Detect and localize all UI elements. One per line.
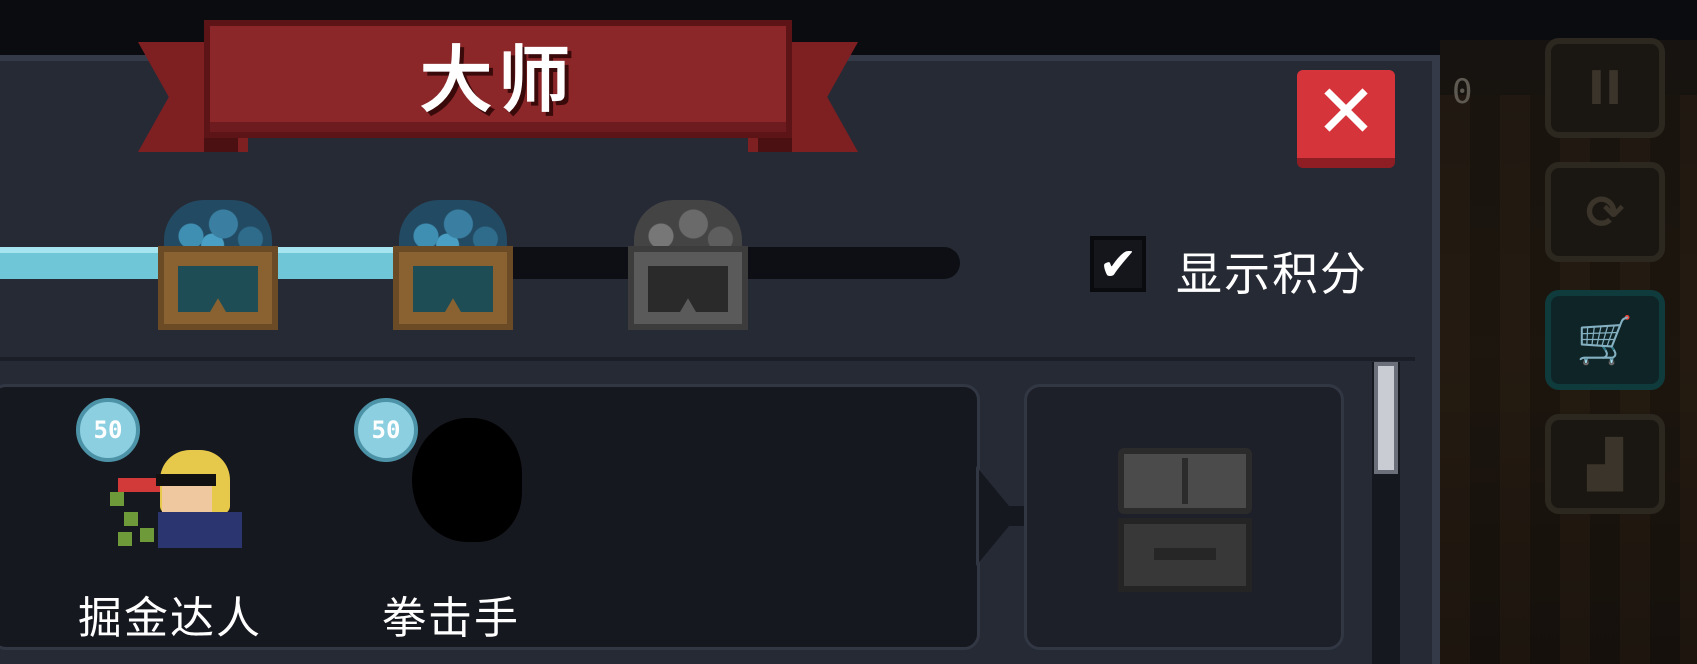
reward-chest-2[interactable] — [393, 200, 513, 330]
close-button[interactable]: ✕ — [1297, 70, 1395, 168]
chest-lid — [1118, 448, 1252, 514]
chest-base — [1118, 518, 1252, 592]
show-points-label: 显示积分 — [1176, 247, 1368, 301]
pause-icon: II — [1587, 61, 1623, 115]
close-icon: ✕ — [1314, 69, 1377, 155]
title-banner: 大师 — [204, 20, 792, 138]
chest-box — [628, 246, 748, 330]
chest-box — [393, 246, 513, 330]
reward-chest-1[interactable] — [158, 200, 278, 330]
map-button[interactable]: ▟ — [1545, 414, 1665, 514]
shop-button[interactable]: 🛒 — [1545, 290, 1665, 390]
swap-button[interactable]: ⟳ — [1545, 162, 1665, 262]
scrollbar-thumb[interactable] — [1374, 362, 1398, 474]
hud-counter: 0 — [1452, 72, 1473, 112]
skin-name: 掘金达人 — [78, 593, 262, 644]
checkmark-icon: ✔ — [1098, 237, 1138, 291]
points-badge: 50 — [76, 398, 140, 462]
chest-box — [158, 246, 278, 330]
cart-icon: 🛒 — [1576, 312, 1634, 367]
skin-name: 拳击手 — [382, 593, 520, 644]
panel-divider — [0, 357, 1415, 361]
points-badge: 50 — [354, 398, 418, 462]
reward-chest-3-locked[interactable] — [628, 200, 748, 330]
locked-character-silhouette-icon — [412, 418, 522, 542]
panel-title: 大师 — [419, 37, 576, 122]
show-points-checkbox[interactable]: ✔ — [1090, 236, 1146, 292]
pause-button[interactable]: II — [1545, 38, 1665, 138]
reward-chest-final[interactable] — [1118, 448, 1252, 592]
stairs-icon: ▟ — [1587, 437, 1623, 491]
swap-icon: ⟳ — [1585, 185, 1625, 239]
